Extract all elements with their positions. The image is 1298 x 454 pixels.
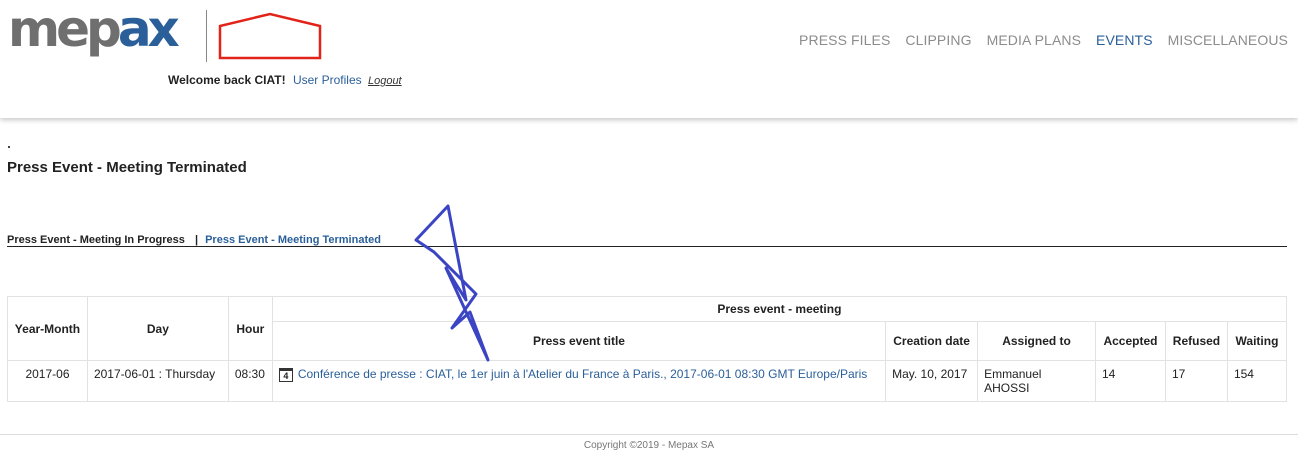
welcome-message: Welcome back CIAT!	[168, 73, 286, 87]
calendar-icon: 4	[278, 368, 293, 382]
table-row: 2017-06 2017-06-01 : Thursday 08:30 4 Con…	[7, 360, 1288, 402]
cell-title: 4 Conférence de presse : CIAT, le 1er jui…	[271, 360, 887, 402]
cell-hour: 08:30	[227, 360, 273, 402]
mepax-logo[interactable]: mepax	[8, 4, 200, 66]
subnav-divider	[7, 246, 1287, 247]
col-group-press-event: Press event - meeting	[271, 296, 1288, 322]
mepax-logo-prefix: mep	[8, 4, 120, 58]
mepax-logo-suffix: ax	[118, 4, 180, 58]
cell-year-month: 2017-06	[7, 360, 88, 402]
logout-link[interactable]: Logout	[368, 75, 402, 87]
decorative-dot	[8, 146, 10, 148]
col-accepted[interactable]: Accepted	[1094, 321, 1166, 361]
welcome-bar: Welcome back CIAT! User Profiles Logout	[168, 73, 402, 87]
nav-press-files[interactable]: PRESS FILES	[799, 32, 890, 48]
events-table: Year-Month Day Hour Press event - meetin…	[7, 296, 1288, 402]
event-subnav: Press Event - Meeting In Progress | Pres…	[7, 234, 381, 246]
nav-media-plans[interactable]: MEDIA PLANS	[987, 32, 1081, 48]
nav-miscellaneous[interactable]: MISCELLANEOUS	[1168, 32, 1288, 48]
logo-divider	[206, 10, 207, 62]
main-nav: PRESS FILES CLIPPING MEDIA PLANS EVENTS …	[799, 32, 1288, 48]
col-assigned-to[interactable]: Assigned to	[977, 321, 1096, 361]
site-header: mepax Welcome back CIAT! User Profiles L…	[0, 0, 1298, 118]
col-press-event-title[interactable]: Press event title	[271, 321, 887, 361]
subnav-meeting-terminated[interactable]: Press Event - Meeting Terminated	[205, 234, 381, 246]
nav-clipping[interactable]: CLIPPING	[905, 32, 971, 48]
nav-events[interactable]: EVENTS	[1096, 32, 1153, 48]
ciat-logo[interactable]	[216, 12, 324, 62]
table-header-row: Year-Month Day Hour Press event - meetin…	[7, 296, 1288, 361]
col-hour[interactable]: Hour	[227, 296, 273, 361]
subnav-separator: |	[194, 234, 199, 246]
mepax-logo-text: mepax	[8, 4, 180, 58]
col-waiting[interactable]: Waiting	[1226, 321, 1288, 361]
cell-assigned-to: Emmanuel AHOSSI	[977, 360, 1096, 402]
page-title: Press Event - Meeting Terminated	[7, 159, 247, 176]
col-creation-date[interactable]: Creation date	[885, 321, 979, 361]
col-refused[interactable]: Refused	[1164, 321, 1228, 361]
event-title-link[interactable]: Conférence de presse : CIAT, le 1er juin…	[298, 367, 867, 381]
cell-waiting: 154	[1226, 360, 1288, 402]
cell-accepted: 14	[1094, 360, 1166, 402]
cell-creation-date: May. 10, 2017	[885, 360, 979, 402]
footer-copyright: Copyright ©2019 - Mepax SA	[583, 440, 715, 451]
cell-refused: 17	[1164, 360, 1228, 402]
user-profiles-link[interactable]: User Profiles	[293, 73, 362, 87]
col-year-month[interactable]: Year-Month	[7, 296, 88, 361]
cell-day: 2017-06-01 : Thursday	[86, 360, 229, 402]
col-day[interactable]: Day	[86, 296, 229, 361]
subnav-meeting-in-progress[interactable]: Press Event - Meeting In Progress	[7, 234, 185, 246]
footer-divider	[0, 434, 1298, 435]
